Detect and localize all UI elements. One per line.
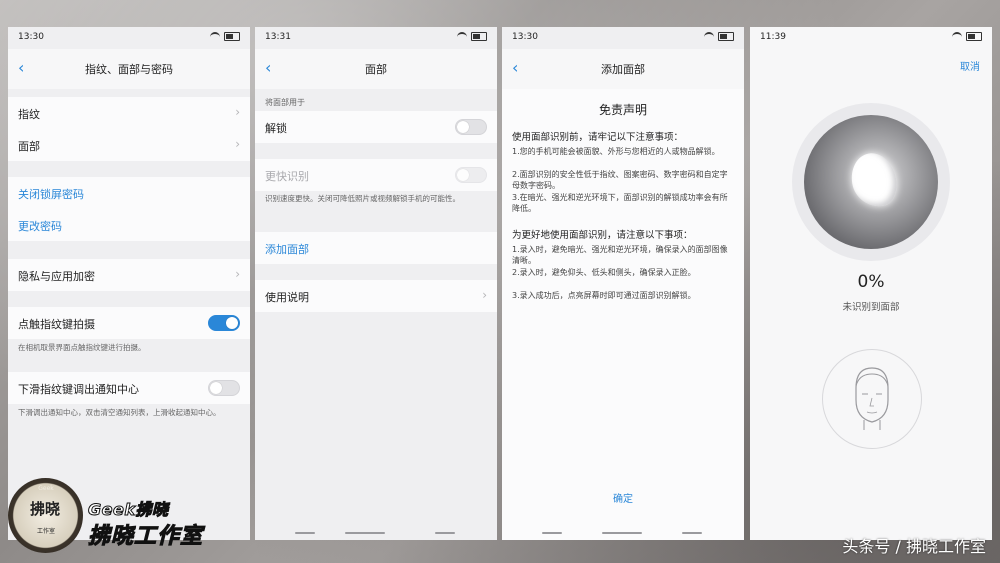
wifi-icon [704,32,714,41]
phone-screen-face: 13:31 ‹ 面部 将面部用于 解锁 更快识别 识别速度更快。关闭可降低照片或… [255,27,497,540]
battery-icon [471,32,487,41]
faster-section: 更快识别 [255,159,497,191]
cancel-button[interactable]: 取消 [960,58,980,73]
row-fingerprint-label: 指纹 [18,108,40,121]
link-change-password[interactable]: 更改密码 [8,209,250,241]
wifi-icon [210,32,220,41]
brand-line-1: Geek拂晓 [87,500,169,520]
toggle-swipe-notification[interactable] [208,380,240,396]
watermark: 头条号 / 拂晓工作室 [842,537,986,556]
privacy-section: 隐私与应用加密 › [8,259,250,291]
toggle1-note: 在相机取景界面点触指纹键进行拍摄。 [18,343,146,352]
row-swipe-notification: 下滑指纹键调出通知中心 [8,372,250,404]
status-bar: 11:39 [750,27,992,49]
home-indicator [345,532,385,534]
lens-reflection [847,149,901,211]
disclaimer-q2: 2.录入时，避免仰头、低头和侧头，确保录入正脸。 [512,268,696,277]
camera-preview [804,115,938,249]
home-indicator [602,532,642,534]
status-bar: 13:30 [8,27,250,49]
toggle2-note: 下滑调出通知中心，双击清空通知列表，上滑收起通知中心。 [18,408,221,417]
row-tap-fingerprint-shoot: 点触指纹键拍摄 [8,307,250,339]
phone-screen-face-scan: 11:39 取消 0% 未识别到面部 [750,27,992,540]
status-time: 13:31 [265,32,291,42]
faster-note: 识别速度更快。关闭可降低照片或视频解锁手机的可能性。 [265,194,460,203]
chevron-right-icon: › [235,267,240,281]
page-title: 面部 [365,63,387,76]
battery-icon [966,32,982,41]
home-indicator [435,532,455,534]
toggle-unlock[interactable] [455,119,487,135]
status-time: 13:30 [18,32,44,42]
wifi-icon [457,32,467,41]
link-disable-lock-password[interactable]: 关闭锁屏密码 [8,177,250,209]
nav-bar: ‹ 指纹、面部与密码 [8,49,250,89]
nav-bar: ‹ 面部 [255,49,497,89]
disclaimer-heading: 免责声明 [598,103,647,117]
toggle-section-1: 点触指纹键拍摄 [8,307,250,339]
wifi-icon [952,32,962,41]
disclaimer-p3: 3.在暗光、强光和逆光环境下，面部识别的解锁成功率会有所降低。 [512,193,728,213]
section-header: 将面部用于 [265,98,305,107]
biometric-section: 指纹 › 面部 › [8,97,250,161]
scan-status: 未识别到面部 [842,302,900,313]
row-instructions[interactable]: 使用说明 › [255,280,497,312]
home-indicator [682,532,702,534]
row-face[interactable]: 面部 › [8,129,250,161]
status-bar: 13:30 [502,27,744,49]
status-time: 13:30 [512,32,538,42]
add-face-section: 添加面部 [255,232,497,264]
link-add-face[interactable]: 添加面部 [255,232,497,264]
toggle-section-2: 下滑指纹键调出通知中心 [8,372,250,404]
password-section: 关闭锁屏密码 更改密码 [8,177,250,241]
toggle-faster-recognition[interactable] [455,167,487,183]
brand-line-2: 拂晓工作室 [87,524,204,550]
disclaimer-p2: 2.面部识别的安全性低于指纹、图案密码、数字密码和自定字母数字密码。 [512,170,728,190]
face-scan-ring [792,103,950,261]
studio-logo: Geek 拂晓 工作室 [8,478,83,553]
battery-icon [718,32,734,41]
disclaimer-q1: 1.录入时，避免暗光、强光和逆光环境，确保录入的面部图像清晰。 [512,245,728,265]
unlock-section: 解锁 [255,111,497,143]
battery-icon [224,32,240,41]
disclaimer-sub2: 为更好地使用面部识别，请注意以下事项： [512,230,693,241]
status-bar: 13:31 [255,27,497,49]
row-unlock: 解锁 [255,111,497,143]
disclaimer-sub1: 使用面部识别前，请牢记以下注意事项： [512,132,684,143]
face-guide-icon [822,349,922,449]
home-indicator [542,532,562,534]
disclaimer-q3: 3.录入成功后，点亮屏幕时即可通过面部识别解锁。 [512,291,696,300]
row-faster-recognition: 更快识别 [255,159,497,191]
phone-screen-add-face: 13:30 ‹ 添加面部 免责声明 使用面部识别前，请牢记以下注意事项： 1.您… [502,27,744,540]
status-time: 11:39 [760,32,786,42]
home-indicator [295,532,315,534]
chevron-right-icon: › [235,105,240,119]
nav-bar: ‹ 添加面部 [502,49,744,89]
row-fingerprint[interactable]: 指纹 › [8,97,250,129]
row-face-label: 面部 [18,140,40,153]
toggle-tap-fingerprint-shoot[interactable] [208,315,240,331]
confirm-button[interactable]: 确定 [502,490,744,505]
page-title: 指纹、面部与密码 [85,63,173,76]
disclaimer-content: 免责声明 使用面部识别前，请牢记以下注意事项： 1.您的手机可能会被面貌、外形与… [502,89,744,540]
disclaimer-p1: 1.您的手机可能会被面貌、外形与您相近的人或物品解锁。 [512,147,720,156]
row-privacy-app-encryption[interactable]: 隐私与应用加密 › [8,259,250,291]
phone-screen-fingerprint-face-password: 13:30 ‹ 指纹、面部与密码 指纹 › 面部 › 关闭锁屏密码 更改密码 隐… [8,27,250,540]
face-outline-icon [855,367,889,430]
scan-progress: 0% [857,272,885,292]
instructions-section: 使用说明 › [255,280,497,312]
chevron-right-icon: › [235,137,240,151]
chevron-right-icon: › [482,288,487,302]
page-title: 添加面部 [601,63,645,76]
